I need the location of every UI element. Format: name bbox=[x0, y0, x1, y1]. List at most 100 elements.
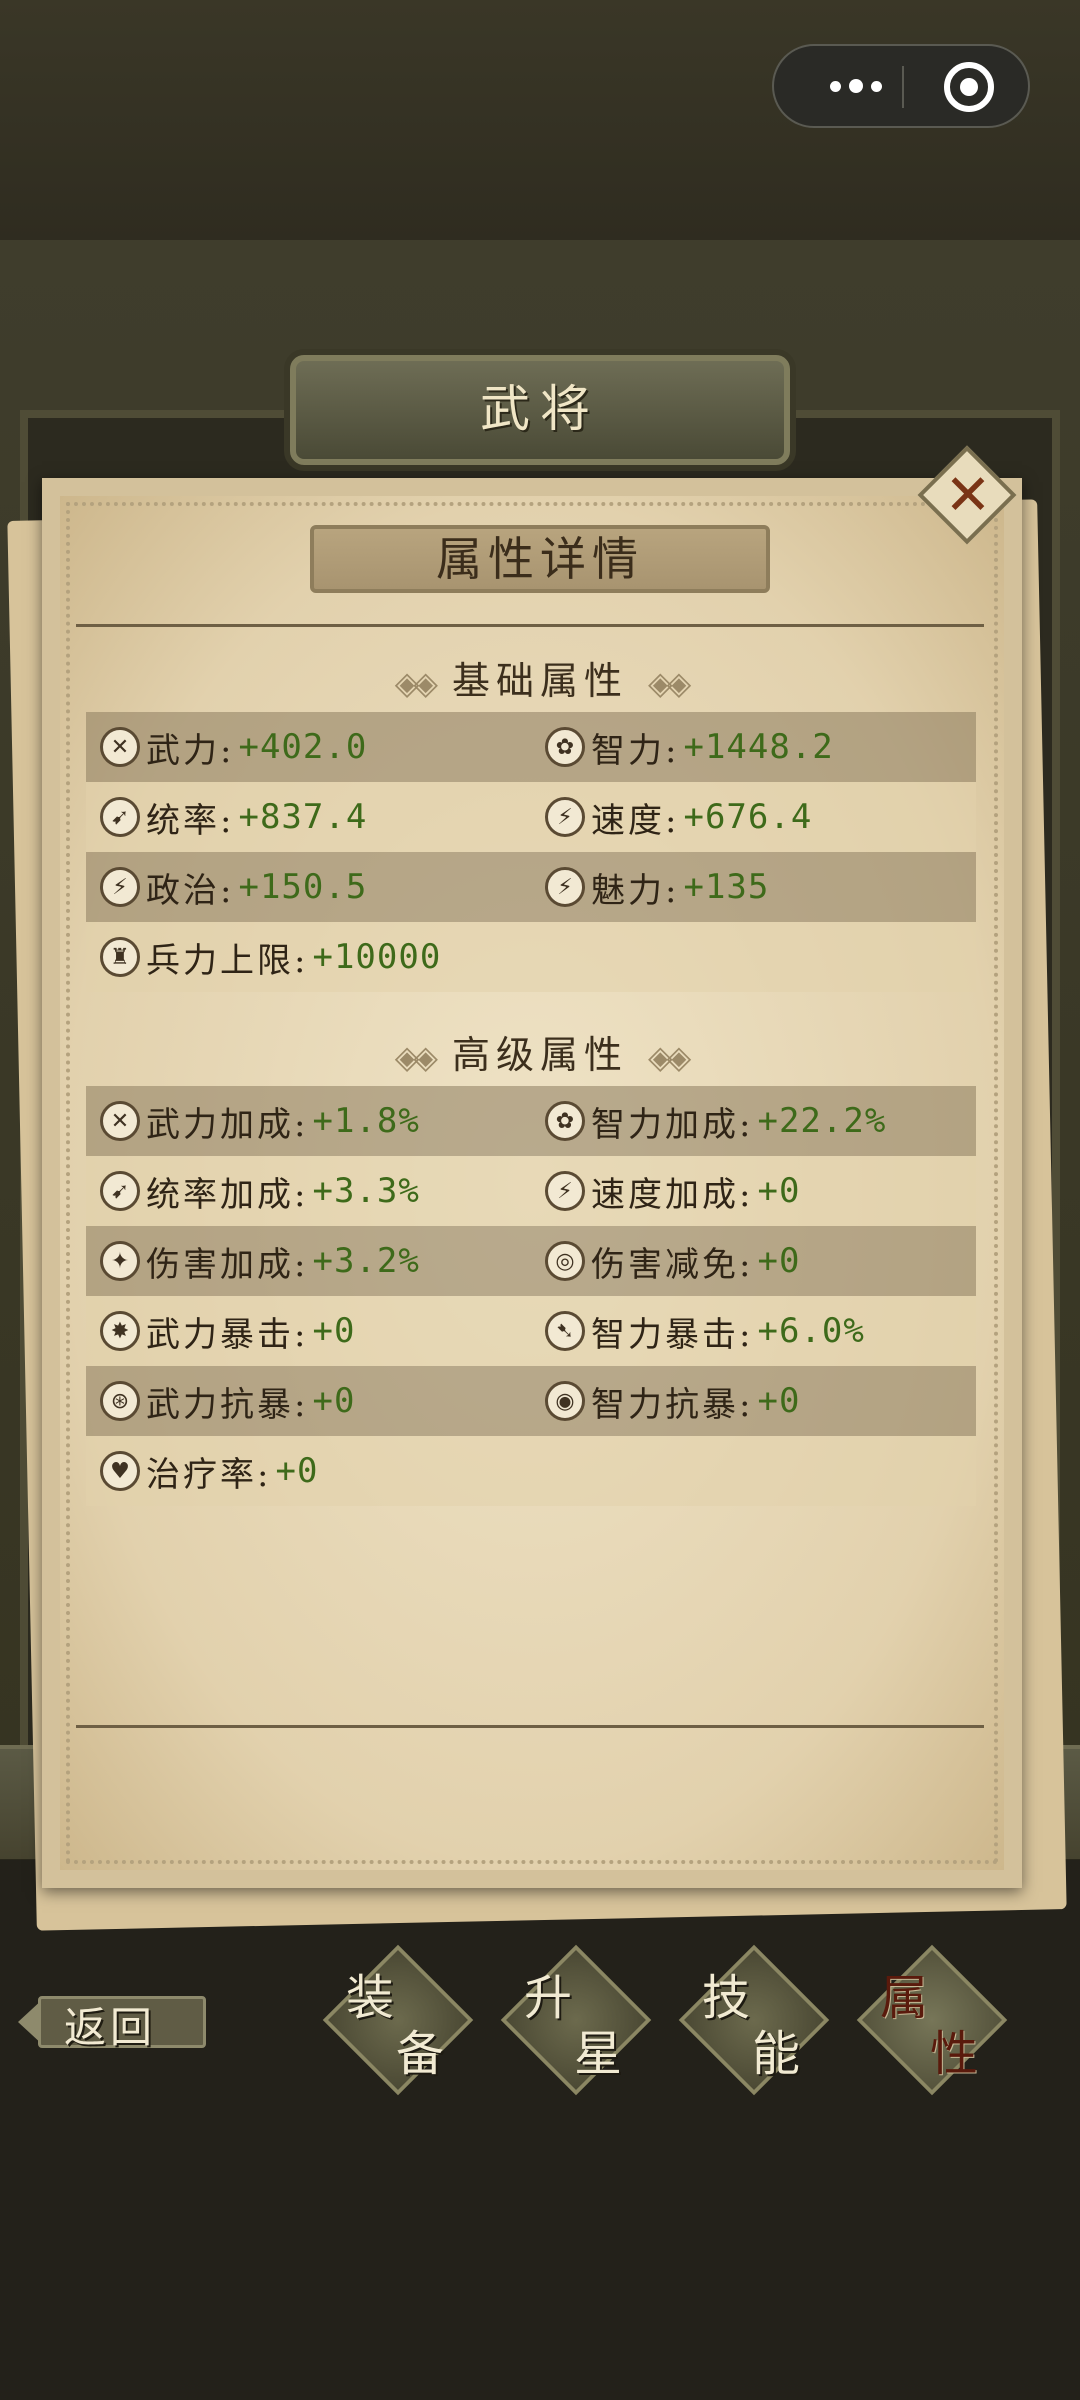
tab-label-1: 装 bbox=[346, 1970, 395, 2026]
attribute-label: 速度: bbox=[591, 800, 680, 841]
attribute-label: 统率: bbox=[146, 800, 235, 841]
attribute-icon: ◎ bbox=[545, 1241, 585, 1281]
tab-equipment[interactable]: 装 备 bbox=[322, 1944, 474, 2096]
bottom-area bbox=[0, 1860, 1080, 2400]
attribute-icon: ✿ bbox=[545, 1101, 585, 1141]
attribute-row: ⚡ 政治: +150.5 ⚡ 魅力: +135 bbox=[86, 852, 976, 922]
attribute-cell: ✿ 智力: +1448.2 bbox=[531, 712, 834, 782]
chevron-left-icon: ◈◈ bbox=[394, 1038, 438, 1076]
attribute-icon: ♥ bbox=[100, 1451, 140, 1491]
attribute-label: 伤害减免: bbox=[591, 1244, 754, 1285]
attribute-label: 智力抗暴: bbox=[591, 1384, 754, 1425]
capsule-divider bbox=[902, 66, 904, 108]
attribute-label: 武力暴击: bbox=[146, 1314, 309, 1355]
dialog-title: 属性详情 bbox=[436, 532, 644, 586]
attribute-cell: ➹ 统率加成: +3.3% bbox=[86, 1156, 420, 1226]
attribute-label: 智力加成: bbox=[591, 1104, 754, 1145]
attribute-icon: ✿ bbox=[545, 727, 585, 767]
attribute-icon: ✦ bbox=[100, 1241, 140, 1281]
attribute-cell: ◎ 伤害减免: +0 bbox=[531, 1226, 800, 1296]
attribute-value: +10000 bbox=[312, 937, 442, 977]
advanced-section-header: ◈◈ 高级属性 ◈◈ bbox=[0, 1024, 1080, 1079]
tab-label-1: 升 bbox=[524, 1970, 573, 2026]
attribute-label: 智力暴击: bbox=[591, 1314, 754, 1355]
attribute-value: +0 bbox=[757, 1241, 801, 1281]
attribute-label: 政治: bbox=[146, 870, 235, 911]
attribute-value: +1448.2 bbox=[683, 727, 834, 767]
tab-label-2: 星 bbox=[574, 2026, 623, 2082]
attribute-value: +402.0 bbox=[238, 727, 368, 767]
attribute-value: +22.2% bbox=[757, 1101, 887, 1141]
close-button[interactable]: ✕ bbox=[917, 445, 1018, 546]
tab-label-1: 技 bbox=[702, 1970, 751, 2026]
close-miniprogram-icon[interactable] bbox=[944, 62, 994, 112]
attribute-icon: ✸ bbox=[100, 1311, 140, 1351]
more-icon[interactable] bbox=[816, 68, 896, 104]
attribute-cell: ⚡ 魅力: +135 bbox=[531, 852, 769, 922]
attribute-label: 伤害加成: bbox=[146, 1244, 309, 1285]
attribute-row: ⊛ 武力抗暴: +0 ◉ 智力抗暴: +0 bbox=[86, 1366, 976, 1436]
back-button[interactable]: 返回 bbox=[18, 1990, 208, 2054]
attribute-value: +3.2% bbox=[312, 1241, 420, 1281]
attribute-row: ➹ 统率: +837.4 ⚡ 速度: +676.4 bbox=[86, 782, 976, 852]
attribute-label: 武力抗暴: bbox=[146, 1384, 309, 1425]
attribute-row: ➹ 统率加成: +3.3% ⚡ 速度加成: +0 bbox=[86, 1156, 976, 1226]
attribute-value: +1.8% bbox=[312, 1101, 420, 1141]
attribute-cell: ⚡ 速度: +676.4 bbox=[531, 782, 812, 852]
attribute-cell: ✸ 武力暴击: +0 bbox=[86, 1296, 355, 1366]
attribute-cell: ⚡ 速度加成: +0 bbox=[531, 1156, 800, 1226]
attribute-cell: ➹ 统率: +837.4 bbox=[86, 782, 367, 852]
window-title: 武将 bbox=[480, 380, 600, 438]
attribute-row: ✕ 武力: +402.0 ✿ 智力: +1448.2 bbox=[86, 712, 976, 782]
attribute-cell: ⊛ 武力抗暴: +0 bbox=[86, 1366, 355, 1436]
attribute-label: 兵力上限: bbox=[146, 940, 309, 981]
attribute-value: +676.4 bbox=[683, 797, 813, 837]
attribute-row: ✦ 伤害加成: +3.2% ◎ 伤害减免: +0 bbox=[86, 1226, 976, 1296]
attribute-icon: ⚡ bbox=[545, 797, 585, 837]
attribute-icon: ◉ bbox=[545, 1381, 585, 1421]
close-icon: ✕ bbox=[944, 463, 992, 528]
attribute-label: 智力: bbox=[591, 730, 680, 771]
attribute-value: +0 bbox=[312, 1381, 356, 1421]
attribute-value: +135 bbox=[683, 867, 770, 907]
chevron-right-icon: ◈◈ bbox=[648, 1038, 691, 1076]
attribute-label: 速度加成: bbox=[591, 1174, 754, 1215]
attribute-icon: ➹ bbox=[100, 797, 140, 837]
attribute-row: ✸ 武力暴击: +0 ➷ 智力暴击: +6.0% bbox=[86, 1296, 976, 1366]
attribute-icon: ➹ bbox=[100, 1171, 140, 1211]
chevron-left-icon: ◈◈ bbox=[394, 664, 438, 702]
attribute-value: +6.0% bbox=[757, 1311, 865, 1351]
attribute-icon: ✕ bbox=[100, 727, 140, 767]
attribute-icon: ♜ bbox=[100, 937, 140, 977]
attribute-cell: ✦ 伤害加成: +3.2% bbox=[86, 1226, 420, 1296]
tab-skills[interactable]: 技 能 bbox=[678, 1944, 830, 2096]
back-label: 返回 bbox=[64, 2003, 157, 2052]
basic-section-header: ◈◈ 基础属性 ◈◈ bbox=[0, 650, 1080, 705]
attribute-label: 武力加成: bbox=[146, 1104, 309, 1145]
tab-label-2: 备 bbox=[396, 2026, 445, 2082]
tab-attributes[interactable]: 属 性 bbox=[856, 1944, 1008, 2096]
attribute-value: +837.4 bbox=[238, 797, 368, 837]
attribute-value: +0 bbox=[757, 1381, 801, 1421]
attribute-label: 武力: bbox=[146, 730, 235, 771]
tab-label-1: 属 bbox=[880, 1970, 929, 2026]
tab-star-up[interactable]: 升 星 bbox=[500, 1944, 652, 2096]
divider-bottom bbox=[76, 1725, 984, 1728]
attribute-cell: ♥ 治疗率: +0 bbox=[86, 1436, 318, 1506]
basic-section-title: 基础属性 bbox=[451, 659, 628, 703]
attribute-cell: ✕ 武力: +402.0 bbox=[86, 712, 367, 782]
attribute-label: 治疗率: bbox=[146, 1454, 272, 1495]
window-title-plate: 武将 bbox=[290, 355, 790, 465]
attribute-label: 统率加成: bbox=[146, 1174, 309, 1215]
attribute-cell: ◉ 智力抗暴: +0 bbox=[531, 1366, 800, 1436]
attribute-value: +150.5 bbox=[238, 867, 368, 907]
attribute-cell: ✿ 智力加成: +22.2% bbox=[531, 1086, 886, 1156]
attribute-icon: ⊛ bbox=[100, 1381, 140, 1421]
tab-label-2: 性 bbox=[930, 2026, 979, 2082]
attribute-icon: ⚡ bbox=[545, 1171, 585, 1211]
attribute-icon: ➷ bbox=[545, 1311, 585, 1351]
attribute-row: ♥ 治疗率: +0 bbox=[86, 1436, 976, 1506]
attribute-cell: ➷ 智力暴击: +6.0% bbox=[531, 1296, 865, 1366]
attribute-cell: ⚡ 政治: +150.5 bbox=[86, 852, 367, 922]
dialog-title-plate: 属性详情 bbox=[310, 525, 770, 593]
